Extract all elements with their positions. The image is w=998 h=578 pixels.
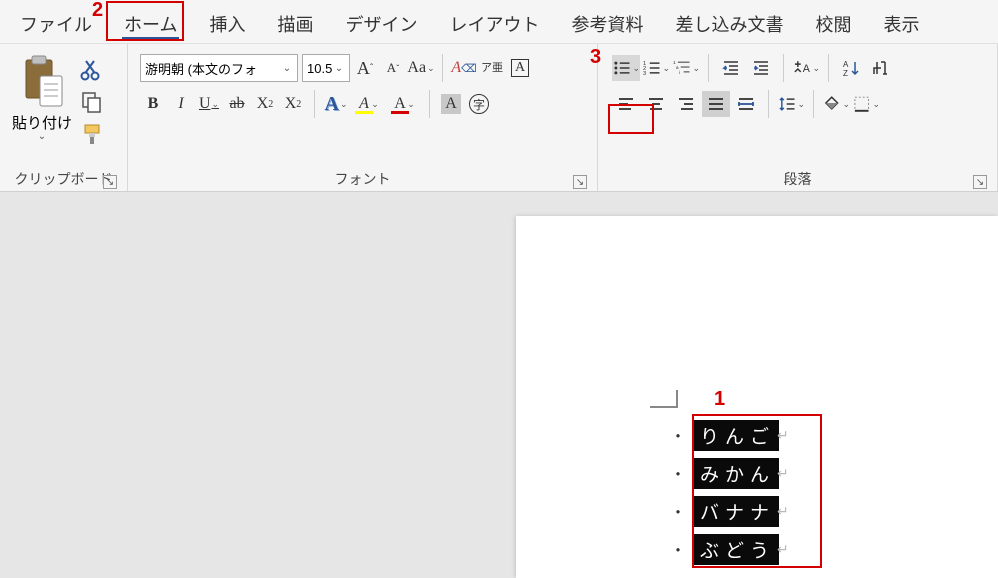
bold-button[interactable]: B [140, 91, 166, 117]
svg-text:Z: Z [843, 69, 848, 78]
justify-button[interactable] [702, 91, 730, 117]
tab-mailings[interactable]: 差し込み文書 [659, 1, 799, 43]
numbering-button[interactable]: 123⌄ [642, 55, 670, 81]
char-shading-button[interactable]: A [438, 91, 464, 117]
subscript-button[interactable]: X2 [252, 91, 278, 117]
highlight-button[interactable]: A⌄ [351, 91, 377, 117]
decrease-indent-button[interactable] [717, 55, 745, 81]
svg-text:3: 3 [643, 71, 646, 77]
increase-indent-button[interactable] [747, 55, 775, 81]
phonetic-guide-button[interactable]: ア亜 [479, 55, 505, 81]
bullet-icon: ・ [664, 461, 692, 485]
copy-button[interactable] [80, 90, 104, 114]
align-center-button[interactable] [642, 91, 670, 117]
document-page[interactable]: ・りんご↵ ・みかん↵ ・バナナ↵ ・ぶどう↵ 1 [516, 216, 998, 578]
bullet-icon: ・ [664, 537, 692, 561]
tab-home[interactable]: ホーム [108, 1, 193, 43]
cut-button[interactable] [80, 58, 104, 82]
group-font: 游明朝 (本文のフォ⌄ 10.5⌄ Aˆ Aˇ Aa⌄ A⌫ ア亜 A B I … [128, 44, 598, 191]
font-launcher[interactable]: ↘ [573, 175, 587, 189]
superscript-button[interactable]: X2 [280, 91, 306, 117]
distribute-button[interactable] [732, 91, 760, 117]
shading-button[interactable]: ⌄ [822, 91, 850, 117]
list-item[interactable]: ・バナナ↵ [664, 492, 789, 530]
paste-label: 貼り付け [12, 112, 72, 133]
enclose-char-button[interactable]: 字 [466, 91, 492, 117]
callout-number-1: 1 [714, 388, 725, 411]
group-label-clipboard: クリップボード↘ [6, 165, 121, 191]
change-case-button[interactable]: Aa⌄ [408, 55, 434, 81]
paste-dropdown[interactable]: ⌄ [38, 131, 46, 142]
format-painter-button[interactable] [80, 122, 104, 146]
line-spacing-button[interactable]: ⌄ [777, 91, 805, 117]
tab-insert[interactable]: 挿入 [193, 1, 261, 43]
asian-layout-button[interactable]: A⌄ [792, 55, 820, 81]
group-label-paragraph: 段落↘ [604, 165, 991, 191]
clear-format-button[interactable]: A⌫ [451, 55, 477, 81]
bullets-button[interactable]: ⌄ [612, 55, 640, 81]
group-paragraph: ⌄ 123⌄ 1ai⌄ A⌄ AZ ⌄ ⌄ [598, 44, 998, 191]
font-name-combo[interactable]: 游明朝 (本文のフォ⌄ [140, 54, 298, 82]
return-mark-icon: ↵ [777, 503, 789, 520]
align-left-button[interactable] [612, 91, 640, 117]
show-marks-button[interactable] [867, 55, 895, 81]
paragraph-launcher[interactable]: ↘ [973, 175, 987, 189]
sort-button[interactable]: AZ [837, 55, 865, 81]
callout-number-3: 3 [590, 46, 601, 69]
borders-button[interactable]: ⌄ [852, 91, 880, 117]
tab-layout[interactable]: レイアウト [433, 1, 555, 43]
font-size-combo[interactable]: 10.5⌄ [302, 54, 350, 82]
align-right-button[interactable] [672, 91, 700, 117]
tab-indent-marker [650, 386, 682, 408]
grow-font-button[interactable]: Aˆ [352, 55, 378, 81]
tab-review[interactable]: 校閲 [799, 1, 867, 43]
tab-draw[interactable]: 描画 [261, 1, 329, 43]
callout-number-2: 2 [92, 0, 103, 22]
shrink-font-button[interactable]: Aˇ [380, 55, 406, 81]
return-mark-icon: ↵ [777, 427, 789, 444]
bulleted-list[interactable]: ・りんご↵ ・みかん↵ ・バナナ↵ ・ぶどう↵ [664, 416, 789, 568]
group-clipboard: 貼り付け ⌄ クリップボード↘ [0, 44, 128, 191]
underline-button[interactable]: U⌄ [196, 91, 222, 117]
tab-view[interactable]: 表示 [867, 1, 935, 43]
text-effects-button[interactable]: A⌄ [323, 91, 349, 117]
group-label-font: フォント↘ [134, 165, 591, 191]
document-area: ・りんご↵ ・みかん↵ ・バナナ↵ ・ぶどう↵ 1 [0, 192, 998, 578]
ribbon-tabs: ファイル ホーム 挿入 描画 デザイン レイアウト 参考資料 差し込み文書 校閲… [0, 0, 998, 44]
tab-references[interactable]: 参考資料 [555, 1, 659, 43]
bullet-icon: ・ [664, 499, 692, 523]
font-color-button[interactable]: A⌄ [387, 91, 413, 117]
list-item[interactable]: ・みかん↵ [664, 454, 789, 492]
svg-text:i: i [679, 70, 680, 76]
char-border-button[interactable]: A [507, 55, 533, 81]
ribbon: 貼り付け ⌄ クリップボード↘ 游明朝 (本文のフォ⌄ 10.5⌄ Aˆ Aˇ … [0, 44, 998, 192]
bullet-icon: ・ [664, 423, 692, 447]
multilevel-list-button[interactable]: 1ai⌄ [672, 55, 700, 81]
list-item[interactable]: ・りんご↵ [664, 416, 789, 454]
paste-button[interactable] [18, 54, 66, 110]
return-mark-icon: ↵ [777, 465, 789, 482]
strike-button[interactable]: ab [224, 91, 250, 117]
clipboard-launcher[interactable]: ↘ [103, 175, 117, 189]
svg-text:A: A [803, 63, 811, 75]
tab-design[interactable]: デザイン [329, 1, 433, 43]
return-mark-icon: ↵ [777, 541, 789, 558]
list-item[interactable]: ・ぶどう↵ [664, 530, 789, 568]
italic-button[interactable]: I [168, 91, 194, 117]
svg-text:A: A [843, 60, 849, 69]
